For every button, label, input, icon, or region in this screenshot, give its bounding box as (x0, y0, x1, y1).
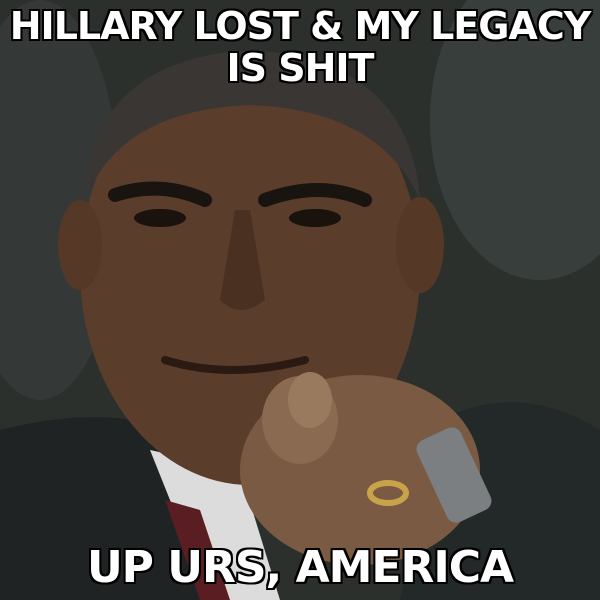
meme-bottom-caption: UP URS, AMERICA (86, 541, 514, 593)
photo-pointing-man (0, 0, 600, 600)
meme-image: HILLARY LOST & MY LEGACY IS SHIT UP URS,… (0, 0, 600, 600)
meme-top-caption: HILLARY LOST & MY LEGACY IS SHIT (9, 4, 592, 90)
